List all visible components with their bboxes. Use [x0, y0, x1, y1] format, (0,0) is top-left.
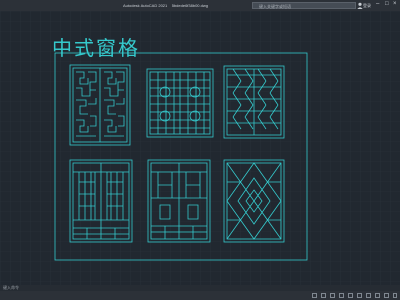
close-button[interactable]: × [393, 1, 397, 7]
document-title: Autodesk AutoCAD 2021 5bdede6f38b00.dwg [123, 3, 208, 8]
annotation-icon[interactable] [348, 293, 353, 298]
snap-icon[interactable] [312, 293, 317, 298]
workspace-gear-icon[interactable] [357, 293, 362, 298]
title-bar: Autodesk AutoCAD 2021 5bdede6f38b00.dwg … [0, 0, 400, 11]
ortho-icon[interactable] [321, 293, 326, 298]
units-icon[interactable] [366, 293, 371, 298]
search-placeholder: 键入关键字或短语 [259, 4, 291, 9]
app-name: Autodesk AutoCAD 2021 [123, 3, 168, 8]
search-input[interactable]: 键入关键字或短语 [252, 2, 356, 9]
maximize-button[interactable]: □ [385, 1, 389, 7]
login-button[interactable]: 登录 [363, 3, 371, 9]
drawing-canvas[interactable]: 中式窗格 [0, 11, 400, 285]
customize-menu-icon[interactable] [393, 293, 397, 298]
file-name: 5bdede6f38b00.dwg [171, 3, 208, 8]
minimize-button[interactable]: – [376, 1, 379, 7]
status-bar [0, 291, 400, 300]
polar-icon[interactable] [330, 293, 335, 298]
osnap-icon[interactable] [339, 293, 344, 298]
fullscreen-icon[interactable] [384, 293, 389, 298]
drawing-title: 中式窗格 [52, 36, 140, 60]
isolate-icon[interactable] [375, 293, 380, 298]
